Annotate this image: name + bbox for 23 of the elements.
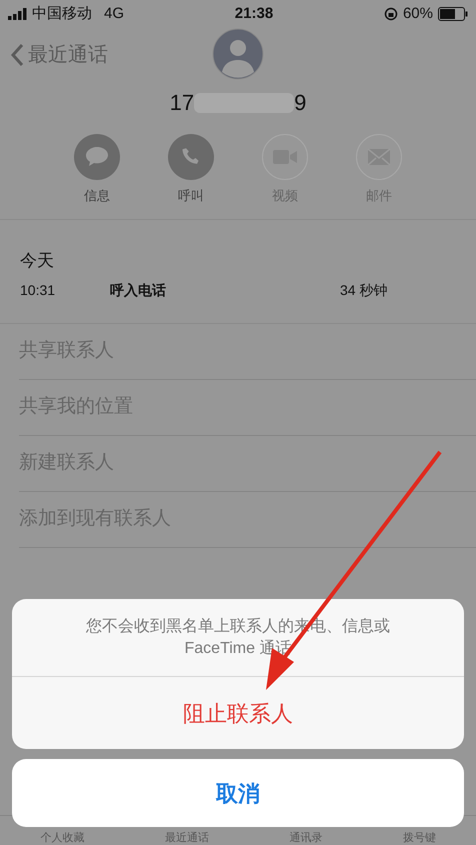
cancel-button[interactable]: 取消 [12,759,464,827]
back-button[interactable]: 最近通话 [10,40,108,70]
rotation-lock-icon [384,7,398,21]
carrier-name: 中国移动 [32,4,92,24]
signal-icon [8,8,28,20]
call-date: 今天 [20,250,55,272]
back-chevron-icon [10,43,24,67]
phone-number-start: 17 [170,89,194,117]
network-type: 4G [104,4,124,24]
tab-bar-item[interactable]: 拨号键 [402,833,436,844]
call-type: 呼入电话 [110,280,167,300]
call-duration: 34 秒钟 [340,280,388,300]
tab-bar-item[interactable]: 通讯录 [289,833,322,844]
tab-bar-item[interactable]: 最近通话 [164,833,209,844]
tab-bar-item[interactable]: 个人收藏 [40,833,84,844]
battery-percent: 60% [402,4,433,24]
block-contact-button[interactable]: 阻止联系人 [12,677,464,749]
call-time: 10:31 [20,280,56,300]
battery-icon [438,7,468,21]
status-time: 21:38 [234,4,274,24]
speech-bubble-icon [85,146,109,168]
avatar-silhouette-icon [212,28,264,80]
phone-number-end: 9 [294,89,306,117]
